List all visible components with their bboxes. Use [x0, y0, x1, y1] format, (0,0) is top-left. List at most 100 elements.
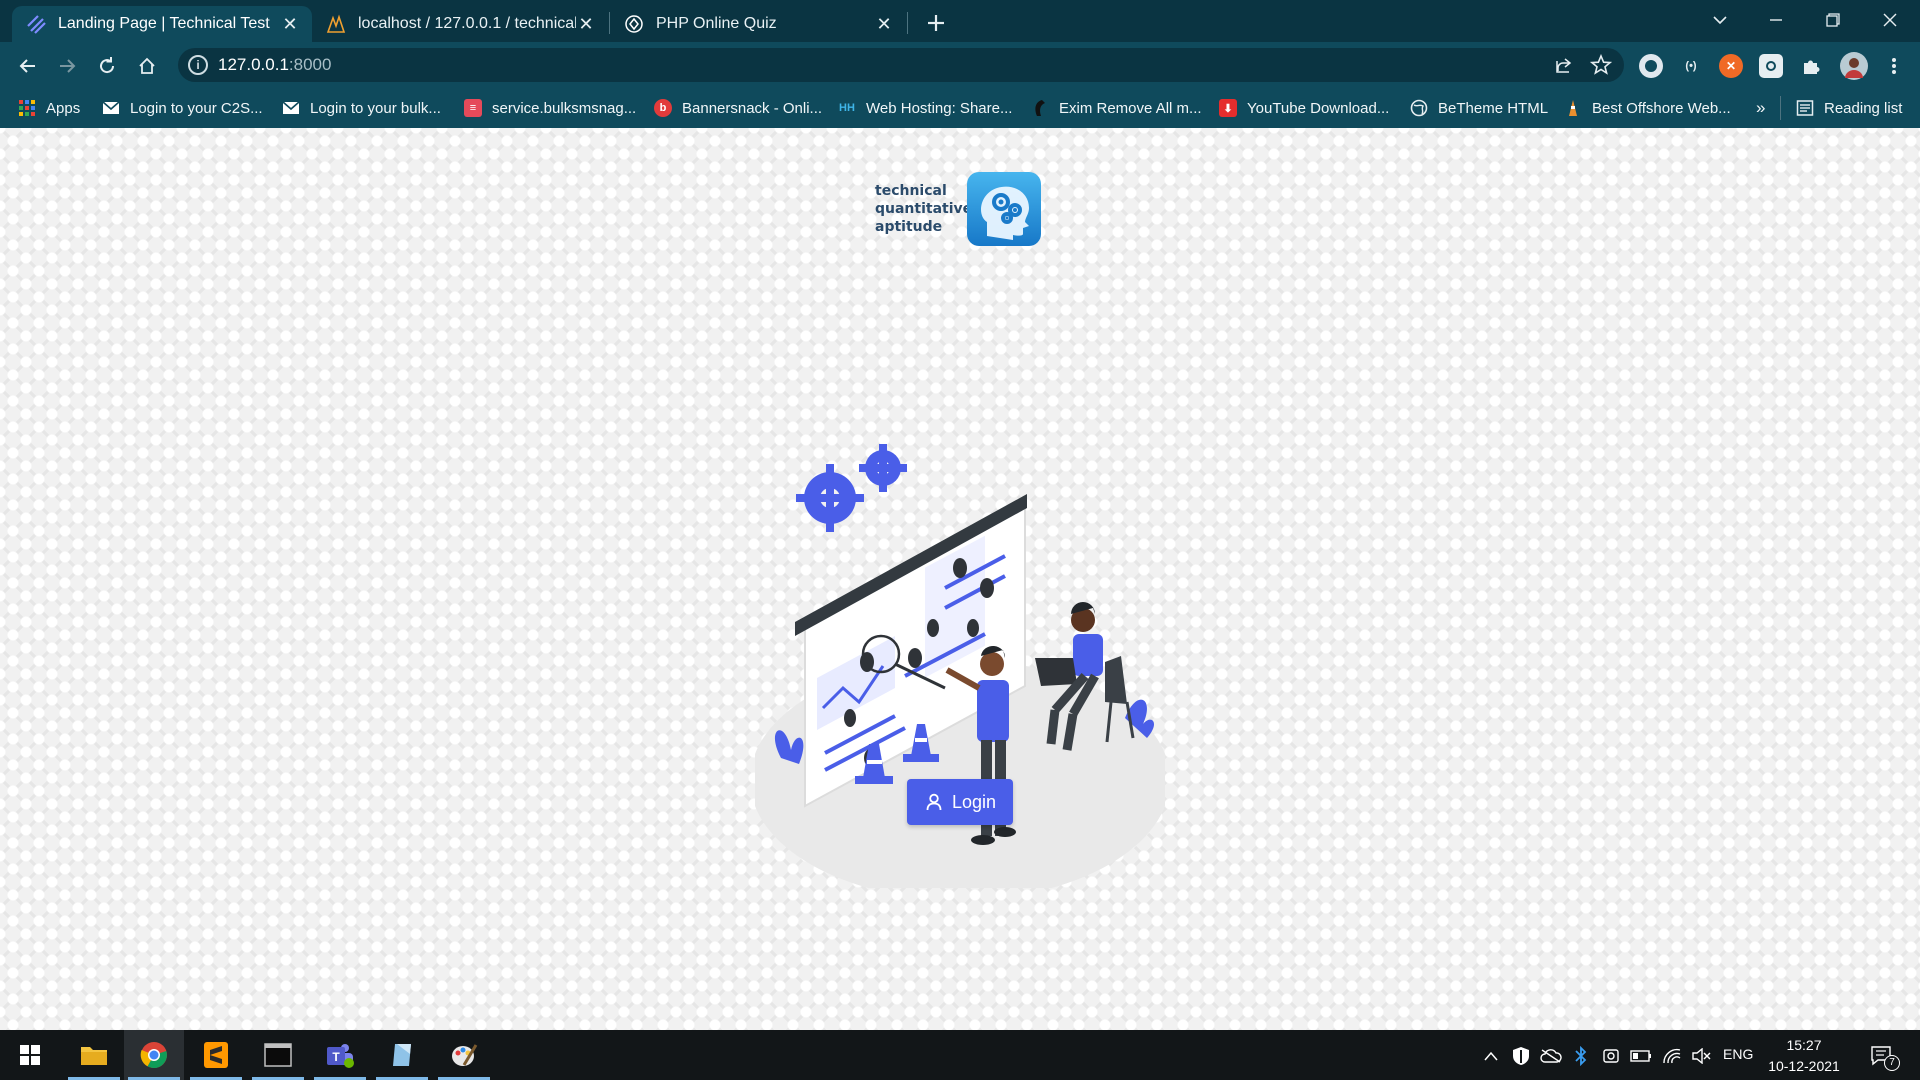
extension-code-icon[interactable]: (•): [1679, 54, 1703, 78]
extension-circle-icon[interactable]: [1639, 54, 1663, 78]
terminal-icon: [264, 1043, 292, 1067]
defender-shield-icon[interactable]: [1510, 1045, 1532, 1067]
overflow-chevron-icon: »: [1756, 98, 1766, 117]
brain-gear-icon: [967, 172, 1041, 246]
extension-screen-icon[interactable]: [1759, 54, 1783, 78]
tab-title: PHP Online Quiz: [656, 15, 777, 32]
reading-list-icon: [1796, 99, 1814, 117]
globe-icon: [1410, 99, 1428, 117]
tab-landing-page[interactable]: Landing Page | Technical Test ✕: [12, 6, 312, 42]
bookmark-bannersnack[interactable]: b Bannersnack - Onli...: [654, 96, 822, 120]
bookmarks-bar: Apps Login to your C2S... Login to your …: [0, 88, 1920, 128]
bookmark-label: YouTube Download...: [1247, 99, 1390, 117]
back-button[interactable]: [12, 50, 44, 82]
url-text[interactable]: 127.0.0.1:8000: [218, 55, 331, 75]
battery-icon[interactable]: [1630, 1045, 1652, 1067]
volume-muted-icon[interactable]: [1690, 1045, 1712, 1067]
login-label: Login: [951, 791, 997, 812]
wifi-icon[interactable]: [1661, 1045, 1683, 1067]
windows-taskbar: T ENG 15:27 10-12-2021 7: [0, 1030, 1920, 1080]
address-bar[interactable]: i 127.0.0.1:8000: [178, 48, 1624, 82]
login-button[interactable]: Login: [907, 779, 1013, 825]
teams-icon: T: [327, 1044, 354, 1068]
user-icon: [926, 793, 942, 811]
paint-icon: [452, 1044, 478, 1066]
forward-button[interactable]: [51, 50, 83, 82]
notepad-icon: [393, 1044, 411, 1066]
share-icon[interactable]: [1554, 55, 1574, 79]
phpmyadmin-favicon-icon: [326, 14, 346, 34]
tab-title: localhost / 127.0.0.1 / technical_t: [358, 15, 576, 32]
tab-search-button[interactable]: [1698, 4, 1742, 36]
offshore-icon: [1564, 99, 1582, 117]
site-logo[interactable]: technical quantitative aptitude: [875, 172, 1041, 248]
notification-center-icon[interactable]: 7: [1868, 1045, 1900, 1071]
bookmark-label: Web Hosting: Share...: [866, 99, 1013, 117]
bannersnack-icon: b: [654, 99, 672, 117]
onedrive-cloud-icon[interactable]: [1540, 1045, 1562, 1067]
svg-text:T: T: [332, 1050, 340, 1064]
bookmark-youtube-download[interactable]: ⬇ YouTube Download...: [1219, 96, 1389, 120]
tab-phpmyadmin[interactable]: localhost / 127.0.0.1 / technical_t ✕: [312, 6, 608, 42]
taskbar-sublime-text[interactable]: [186, 1030, 246, 1080]
bookmarks-overflow-button[interactable]: »: [1756, 96, 1765, 120]
chrome-menu-icon[interactable]: [1878, 50, 1910, 82]
tab-php-online-quiz[interactable]: PHP Online Quiz ✕: [610, 6, 906, 42]
bluetooth-icon[interactable]: [1570, 1045, 1592, 1067]
taskbar-chrome[interactable]: [124, 1030, 184, 1080]
site-favicon-icon: [26, 14, 46, 34]
bookmark-best-offshore[interactable]: Best Offshore Web...: [1564, 96, 1731, 120]
input-language[interactable]: ENG: [1723, 1046, 1753, 1062]
bookmark-label: Bannersnack - Onli...: [682, 99, 823, 117]
logo-text: technical quantitative aptitude: [875, 183, 973, 235]
start-button[interactable]: [0, 1030, 60, 1080]
close-tab-icon[interactable]: ✕: [280, 14, 300, 34]
restore-button[interactable]: [1811, 4, 1855, 36]
apps-grid-icon: [18, 99, 36, 117]
extension-orange-icon[interactable]: ✕: [1719, 54, 1743, 78]
bookmark-web-hosting[interactable]: HH Web Hosting: Share...: [838, 96, 1012, 120]
exim-icon: [1031, 99, 1049, 117]
taskbar-teams[interactable]: T: [310, 1030, 370, 1080]
bookmark-c2s[interactable]: Login to your C2S...: [102, 96, 263, 120]
folder-icon: [81, 1047, 107, 1065]
bookmark-label: Apps: [46, 99, 81, 117]
bookmark-betheme[interactable]: BeTheme HTML: [1410, 96, 1548, 120]
profile-avatar[interactable]: [1840, 52, 1868, 80]
close-window-button[interactable]: [1868, 4, 1912, 36]
sms-icon: ≡: [464, 99, 482, 117]
bookmark-apps[interactable]: Apps: [18, 96, 80, 120]
close-tab-icon[interactable]: ✕: [576, 14, 596, 34]
browser-toolbar: i 127.0.0.1:8000 (•) ✕: [0, 42, 1920, 88]
system-clock[interactable]: 15:27 10-12-2021: [1768, 1035, 1840, 1077]
site-info-icon[interactable]: i: [188, 55, 208, 75]
home-button[interactable]: [131, 50, 163, 82]
bookmark-label: Exim Remove All m...: [1059, 99, 1202, 117]
taskbar-terminal[interactable]: [248, 1030, 308, 1080]
meet-now-icon[interactable]: [1600, 1045, 1622, 1067]
download-icon: ⬇: [1219, 99, 1237, 117]
reload-button[interactable]: [91, 50, 123, 82]
new-tab-button[interactable]: [922, 9, 950, 37]
quiz-favicon-icon: [624, 14, 644, 34]
chrome-icon: [140, 1042, 167, 1069]
reading-list-button[interactable]: Reading list: [1796, 96, 1902, 120]
bookmark-label: Login to your bulk...: [310, 99, 441, 117]
clock-time: 15:27: [1786, 1037, 1822, 1053]
bookmark-bulk[interactable]: Login to your bulk...: [282, 96, 441, 120]
bookmark-label: Login to your C2S...: [130, 99, 263, 117]
mail-icon: [102, 99, 120, 117]
sublime-text-icon: [204, 1042, 228, 1068]
bookmark-label: BeTheme HTML: [1438, 99, 1549, 117]
extensions-puzzle-icon[interactable]: [1799, 54, 1823, 78]
bookmark-star-icon[interactable]: [1589, 53, 1613, 80]
bookmark-bulksmsnag[interactable]: ≡ service.bulksmsnag...: [464, 96, 636, 120]
tray-overflow-chevron-icon[interactable]: [1480, 1045, 1502, 1067]
hosting-icon: HH: [839, 102, 855, 114]
taskbar-file-explorer[interactable]: [64, 1030, 124, 1080]
taskbar-notepad[interactable]: [372, 1030, 432, 1080]
minimize-button[interactable]: [1754, 4, 1798, 36]
taskbar-paint[interactable]: [434, 1030, 494, 1080]
close-tab-icon[interactable]: ✕: [874, 14, 894, 34]
bookmark-exim[interactable]: Exim Remove All m...: [1031, 96, 1202, 120]
